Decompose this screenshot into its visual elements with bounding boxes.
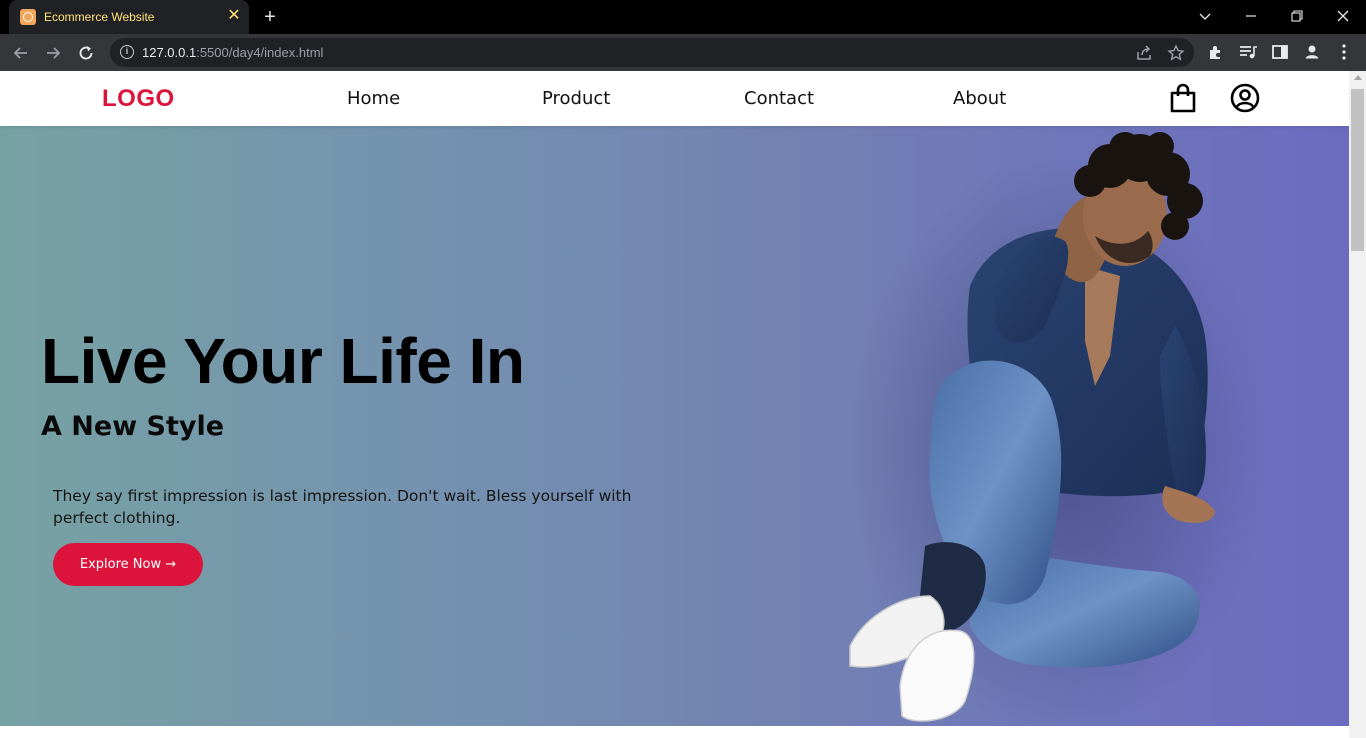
nav-link-home[interactable]: Home bbox=[347, 88, 400, 109]
tab-title: Ecommerce Website bbox=[44, 10, 155, 24]
reload-icon bbox=[79, 46, 93, 60]
nav-link-contact[interactable]: Contact bbox=[744, 88, 814, 109]
chevron-down-icon bbox=[1199, 13, 1211, 20]
new-tab-button[interactable]: + bbox=[260, 6, 280, 28]
bookmark-star-icon[interactable] bbox=[1166, 43, 1186, 63]
browser-tab-strip: Ecommerce Website ✕ + bbox=[0, 0, 1366, 34]
close-icon bbox=[1337, 10, 1349, 22]
hero-title: Live Your Life In bbox=[41, 325, 525, 397]
hero-subtitle: A New Style bbox=[41, 411, 225, 442]
hero-description: They say first impression is last impres… bbox=[53, 487, 632, 527]
nav-link-about[interactable]: About bbox=[953, 88, 1006, 109]
tab-search-button[interactable] bbox=[1182, 0, 1228, 32]
media-control-icon[interactable] bbox=[1238, 42, 1258, 62]
extensions-icon[interactable] bbox=[1206, 42, 1226, 62]
url-text[interactable]: 127.0.0.1:5500/day4/index.html bbox=[142, 45, 323, 60]
close-window-button[interactable] bbox=[1320, 0, 1366, 32]
scroll-up-arrow-icon[interactable] bbox=[1354, 75, 1362, 80]
minimize-icon bbox=[1246, 15, 1256, 17]
hero-model-image bbox=[849, 132, 1270, 726]
arrow-right-icon bbox=[47, 47, 61, 59]
hero-section: Live Your Life In A New Style They say f… bbox=[0, 126, 1349, 726]
minimize-button[interactable] bbox=[1228, 0, 1274, 32]
side-panel-icon[interactable] bbox=[1270, 42, 1290, 62]
browser-tab[interactable]: Ecommerce Website ✕ bbox=[9, 0, 249, 34]
restore-button[interactable] bbox=[1274, 0, 1320, 32]
shopping-bag-icon[interactable] bbox=[1167, 82, 1199, 114]
scrollbar-thumb[interactable] bbox=[1351, 89, 1364, 251]
site-info-icon[interactable]: i bbox=[120, 45, 134, 59]
page-viewport: LOGO Home Product Contact About Live You… bbox=[0, 71, 1349, 738]
nav-link-product[interactable]: Product bbox=[542, 88, 610, 109]
menu-kebab-icon[interactable] bbox=[1334, 42, 1354, 62]
address-bar[interactable]: i 127.0.0.1:5500/day4/index.html bbox=[110, 38, 1194, 67]
share-icon[interactable] bbox=[1134, 43, 1154, 63]
explore-now-button[interactable]: Explore Now → bbox=[53, 543, 203, 586]
page-bottom-strip bbox=[0, 726, 1349, 738]
user-account-icon[interactable] bbox=[1229, 82, 1261, 114]
back-button[interactable] bbox=[8, 40, 34, 66]
tab-close-icon[interactable]: ✕ bbox=[225, 7, 243, 25]
site-favicon-icon bbox=[20, 9, 36, 25]
site-logo[interactable]: LOGO bbox=[102, 85, 175, 113]
browser-toolbar: i 127.0.0.1:5500/day4/index.html bbox=[0, 34, 1366, 71]
restore-icon bbox=[1291, 10, 1303, 22]
profile-icon[interactable] bbox=[1302, 42, 1322, 62]
arrow-left-icon bbox=[13, 47, 27, 59]
forward-button[interactable] bbox=[40, 40, 66, 66]
page-scrollbar[interactable] bbox=[1349, 71, 1366, 738]
site-header: LOGO Home Product Contact About bbox=[0, 71, 1349, 126]
reload-button[interactable] bbox=[73, 40, 99, 66]
